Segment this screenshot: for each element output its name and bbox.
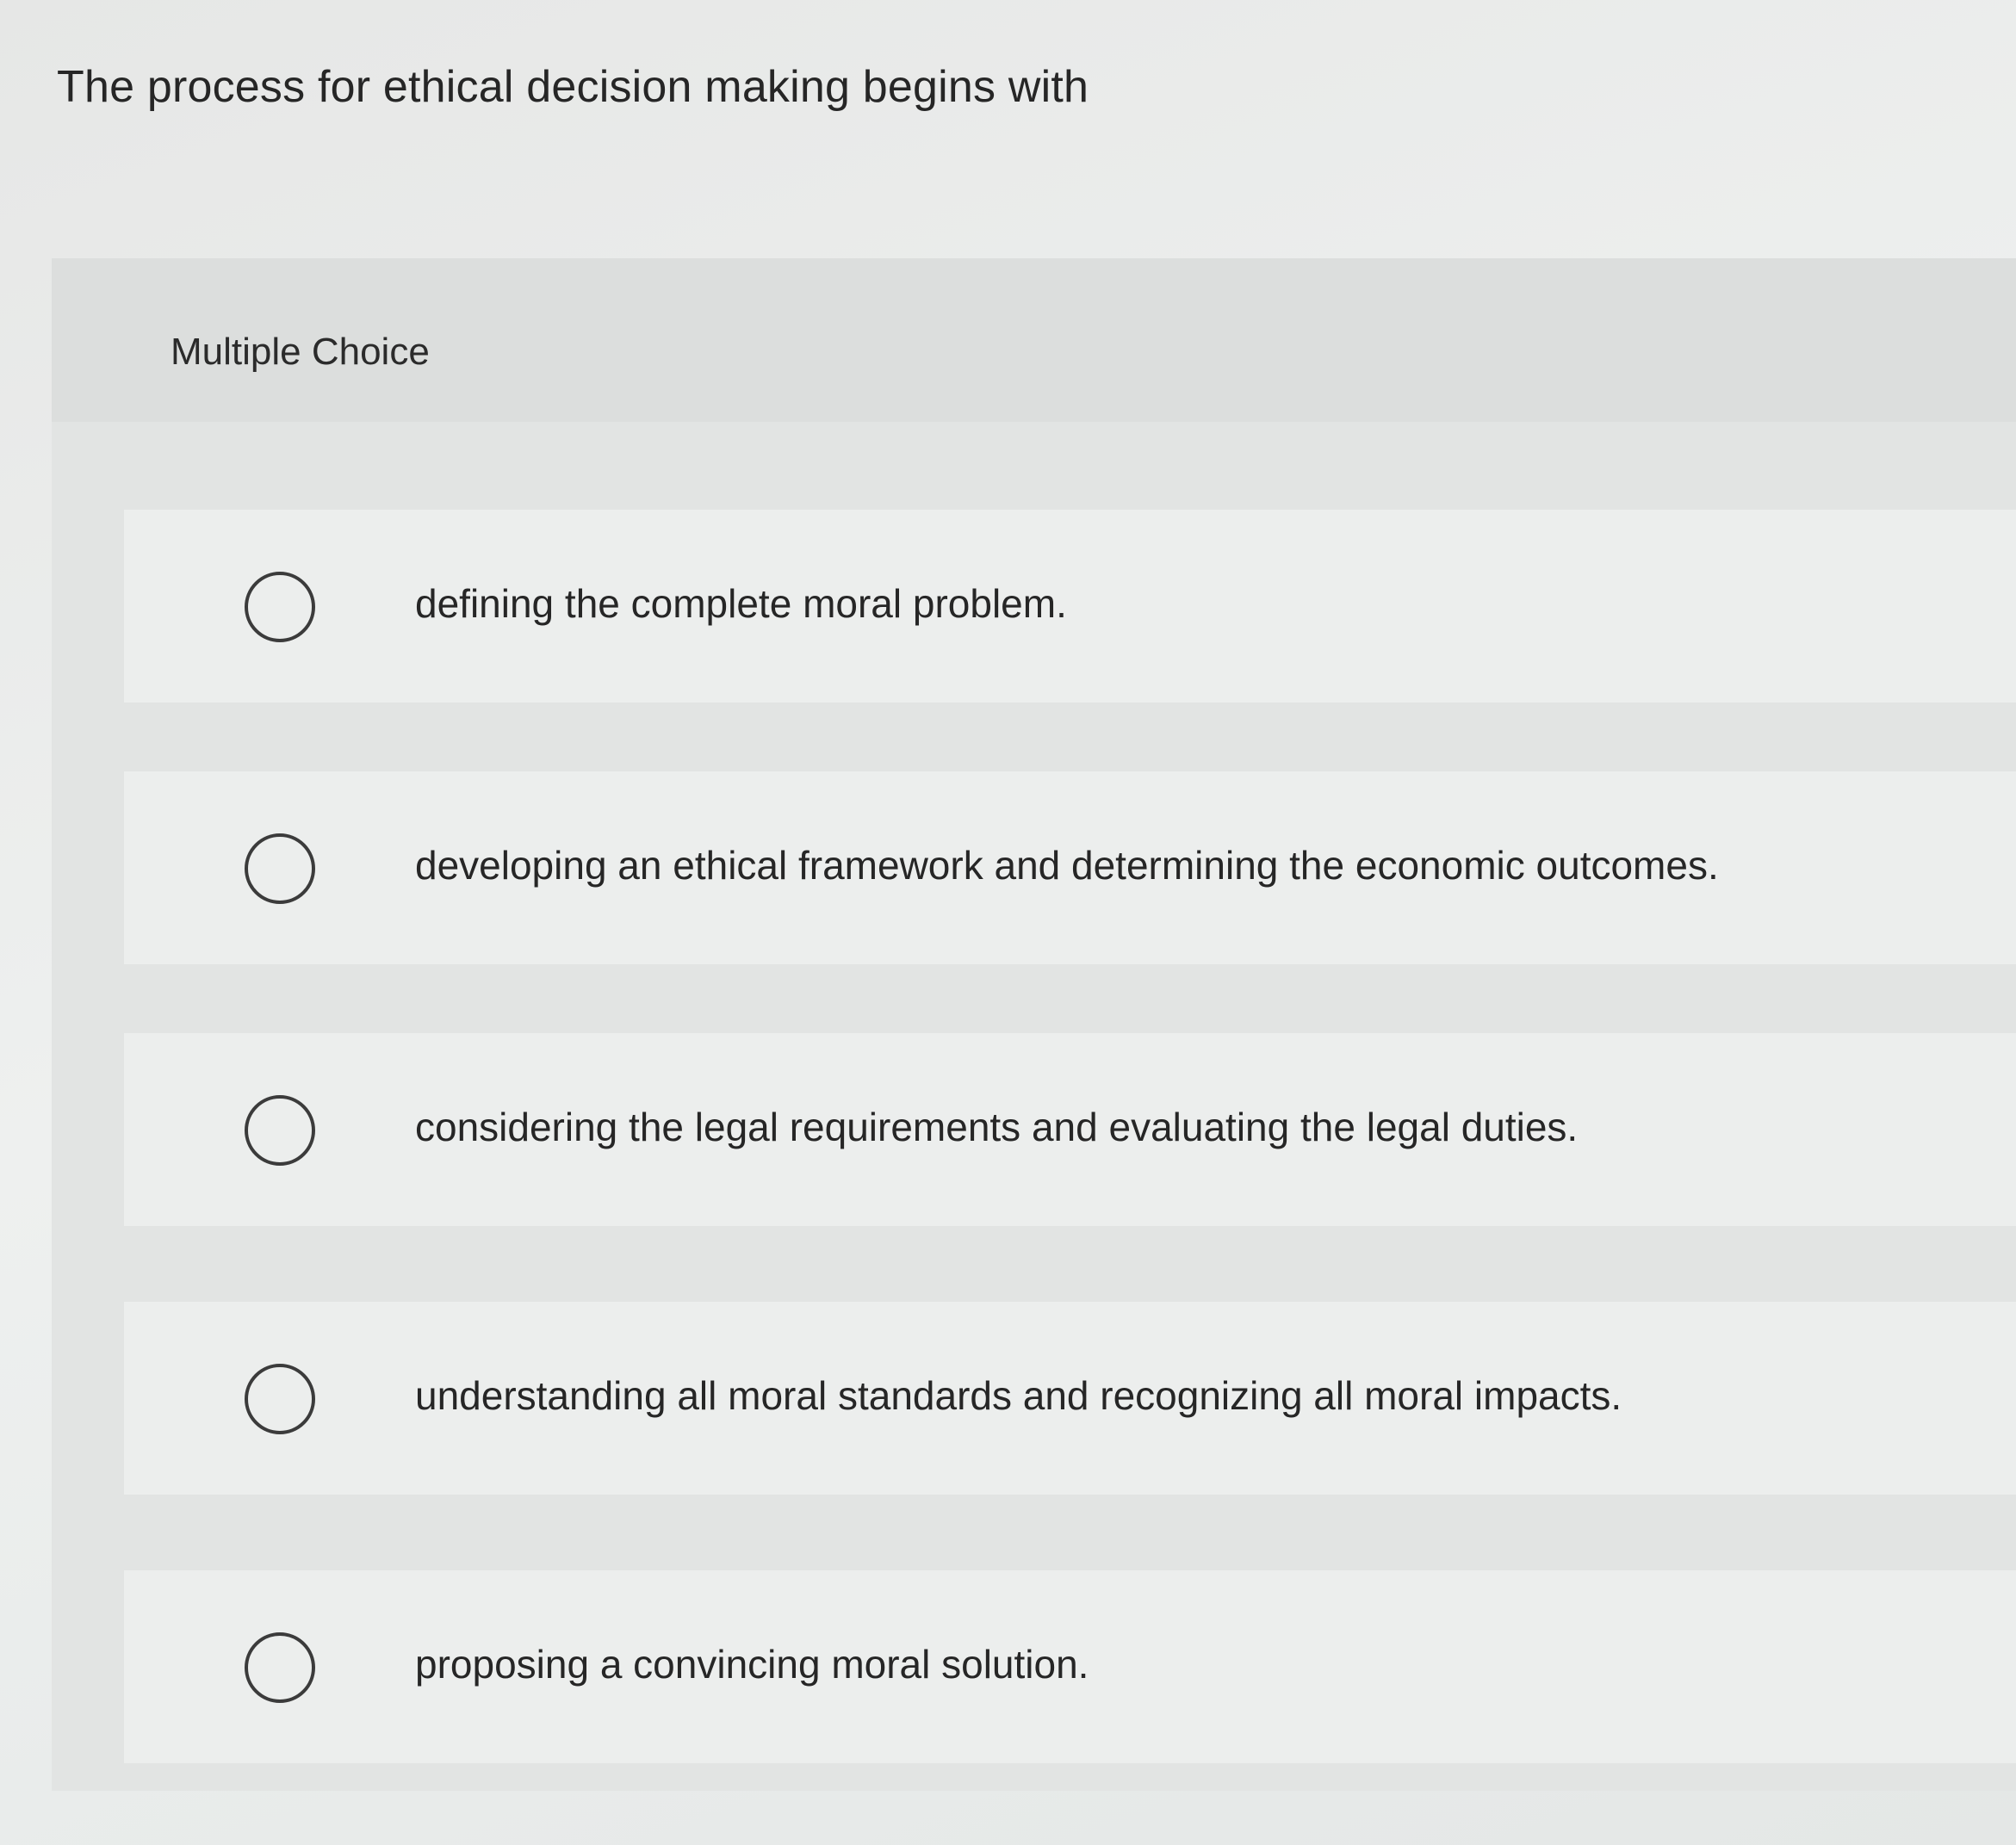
- panel-header: Multiple Choice: [52, 258, 2016, 422]
- question-type-label: Multiple Choice: [171, 331, 430, 373]
- answer-option-1[interactable]: defining the complete moral problem.: [124, 510, 2016, 703]
- radio-button[interactable]: [245, 1632, 315, 1703]
- answer-option-label: developing an ethical framework and dete…: [415, 843, 1719, 888]
- question-panel: Multiple Choice defining the complete mo…: [52, 258, 2016, 1791]
- answer-option-label: understanding all moral standards and re…: [415, 1373, 1622, 1418]
- radio-button[interactable]: [245, 833, 315, 904]
- radio-button[interactable]: [245, 1095, 315, 1166]
- answer-option-3[interactable]: considering the legal requirements and e…: [124, 1033, 2016, 1226]
- answer-option-2[interactable]: developing an ethical framework and dete…: [124, 771, 2016, 964]
- answer-option-label: defining the complete moral problem.: [415, 581, 1067, 626]
- answer-option-5[interactable]: proposing a convincing moral solution.: [124, 1570, 2016, 1763]
- radio-button[interactable]: [245, 572, 315, 642]
- radio-button[interactable]: [245, 1364, 315, 1434]
- question-text: The process for ethical decision making …: [57, 62, 1089, 112]
- page: The process for ethical decision making …: [0, 0, 2016, 1845]
- answer-option-4[interactable]: understanding all moral standards and re…: [124, 1302, 2016, 1495]
- answer-option-label: considering the legal requirements and e…: [415, 1105, 1579, 1149]
- answer-option-label: proposing a convincing moral solution.: [415, 1642, 1089, 1687]
